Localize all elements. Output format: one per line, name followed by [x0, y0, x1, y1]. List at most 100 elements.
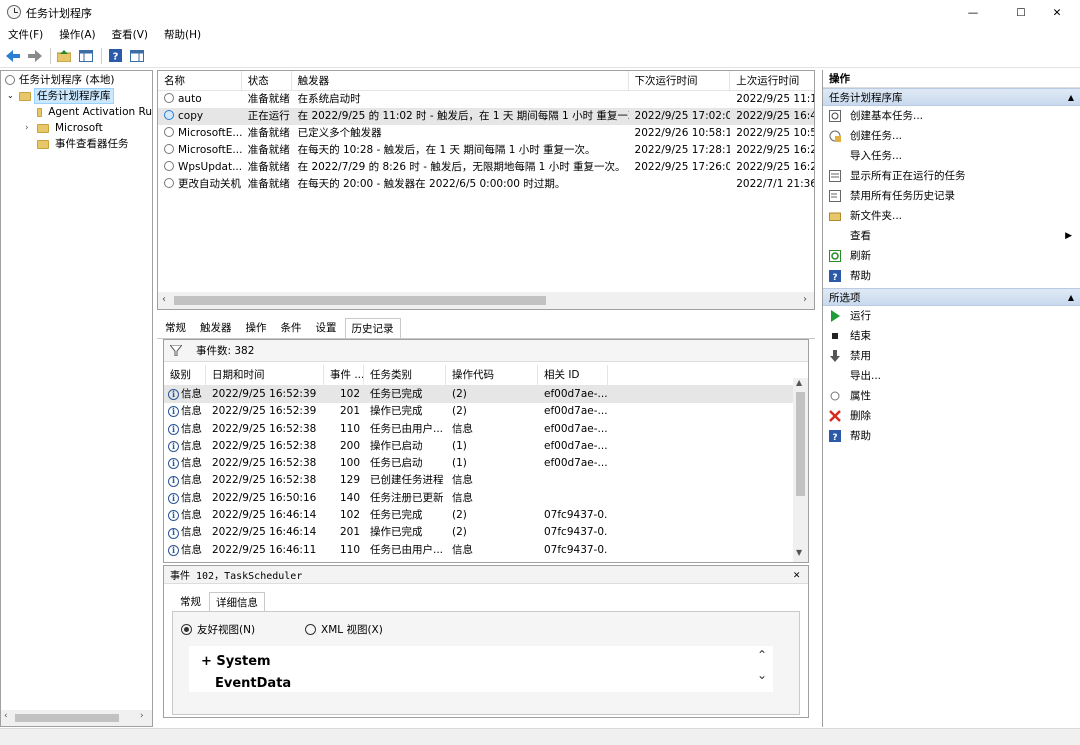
history-row[interactable]: i 信息 2022/9/25 16:46:14 201 操作已完成 (2) 07fc9437…: [164, 524, 808, 541]
menu-view[interactable]: 查看(V): [104, 26, 156, 44]
task-row[interactable]: MicrosoftE... 准备就绪 在每天的 10:28 - 触发后，在 1 天 …: [158, 142, 814, 159]
close-icon[interactable]: ✕: [793, 568, 800, 581]
action-selected-5[interactable]: 删除: [823, 406, 1080, 426]
section-library[interactable]: 任务计划程序库 ▲: [823, 88, 1080, 106]
history-row[interactable]: i 信息 2022/9/25 16:52:38 110 任务已由用户... 信息 ef00d…: [164, 421, 808, 438]
tab-history[interactable]: 历史记录: [344, 318, 401, 338]
history-row[interactable]: i 信息 2022/9/25 16:52:38 129 已创建任务进程 信息: [164, 472, 808, 489]
tree-item-microsoft[interactable]: › Microsoft: [1, 120, 152, 136]
radio-xml-view[interactable]: XML 视图(X): [305, 622, 383, 637]
history-row[interactable]: i 信息 2022/9/25 16:46:14 102 任务已完成 (2) 07fc9437…: [164, 507, 808, 524]
chevron-up-icon[interactable]: ⌃: [757, 648, 767, 662]
tree-item-event-viewer[interactable]: 事件查看器任务: [1, 136, 152, 152]
chevron-down-icon[interactable]: ⌄: [757, 668, 767, 682]
history-row[interactable]: i 信息 2022/9/25 16:52:38 100 任务已启动 (1) ef00d7ae…: [164, 455, 808, 472]
task-row[interactable]: auto 准备就绪在系统启动时 2022/9/25 11:11: [158, 91, 814, 108]
action-selected-1[interactable]: 结束: [823, 326, 1080, 346]
task-cell-name: auto: [158, 91, 242, 108]
history-level-text: 信息: [181, 543, 202, 556]
tab-settings[interactable]: 设置: [310, 318, 343, 338]
action-library-0[interactable]: 创建基本任务...: [823, 106, 1080, 126]
help-button[interactable]: ?: [106, 47, 124, 65]
collapse-up-icon[interactable]: ▲: [1068, 89, 1074, 107]
menu-action[interactable]: 操作(A): [51, 26, 103, 44]
action-label: 删除: [850, 410, 871, 422]
tree-system[interactable]: + System: [201, 654, 271, 669]
action-selected-4[interactable]: 属性: [823, 386, 1080, 406]
tab-conditions[interactable]: 条件: [275, 318, 308, 338]
menu-file[interactable]: 文件(F): [0, 26, 51, 44]
tree-library[interactable]: ⌄ 任务计划程序库: [1, 88, 152, 104]
history-row[interactable]: i 信息 2022/9/25 16:52:39 201 操作已完成 (2) ef00d7ae…: [164, 403, 808, 420]
scroll-thumb[interactable]: [174, 296, 546, 305]
view-icon: [829, 230, 841, 242]
action-library-2[interactable]: 导入任务...: [823, 146, 1080, 166]
history-time-text: 2022/9/25 16:50:16: [212, 491, 317, 504]
collapse-up-icon[interactable]: ▲: [1068, 289, 1074, 307]
col-related-id[interactable]: 相关 ID: [538, 364, 608, 385]
action-selected-0[interactable]: 运行: [823, 306, 1080, 326]
action-label: 帮助: [850, 430, 871, 442]
scroll-left-icon[interactable]: ‹: [162, 294, 166, 305]
scroll-down-icon[interactable]: ▼: [796, 548, 802, 557]
forward-button[interactable]: [26, 47, 44, 65]
history-row[interactable]: i 信息 2022/9/25 16:52:39 102 任务已完成 (2) ef00d7ae…: [164, 386, 808, 404]
menu-help[interactable]: 帮助(H): [156, 26, 209, 44]
tree-root[interactable]: 任务计划程序 (本地): [1, 72, 152, 88]
col-level[interactable]: 级别: [164, 364, 206, 385]
action-library-3[interactable]: 显示所有正在运行的任务: [823, 166, 1080, 186]
action-selected-3[interactable]: 导出...: [823, 366, 1080, 386]
history-v-scrollbar[interactable]: ▲ ▼: [793, 378, 808, 562]
scroll-right-icon[interactable]: ›: [140, 711, 144, 721]
col-datetime[interactable]: 日期和时间: [206, 364, 324, 385]
action-library-5[interactable]: 新文件夹...: [823, 206, 1080, 226]
col-last-run[interactable]: 上次运行时间: [730, 71, 814, 91]
section-selected[interactable]: 所选项 ▲: [823, 288, 1080, 306]
history-row[interactable]: i 信息 2022/9/25 16:50:16 140 任务注册已更新 信息: [164, 490, 808, 507]
radio-friendly-view[interactable]: 友好视图(N): [181, 622, 255, 637]
tab-triggers[interactable]: 触发器: [194, 318, 238, 338]
col-status[interactable]: 状态: [242, 70, 292, 91]
show-hide-tree-button[interactable]: [77, 47, 95, 65]
up-folder-button[interactable]: [55, 47, 73, 65]
history-row[interactable]: i 信息 2022/9/25 16:52:38 200 操作已启动 (1) ef00d7ae…: [164, 438, 808, 455]
task-list-h-scrollbar[interactable]: ‹ ›: [158, 292, 814, 309]
task-row[interactable]: copy 正在运行在 2022/9/25 的 11:02 时 - 触发后，在 1 …: [158, 108, 814, 125]
scroll-up-icon[interactable]: ▲: [796, 378, 802, 387]
tab-general[interactable]: 常规: [159, 318, 192, 338]
filter-icon[interactable]: [170, 345, 182, 356]
action-selected-6[interactable]: ? 帮助: [823, 426, 1080, 446]
col-event-id[interactable]: 事件 ...: [324, 364, 364, 385]
detail-tab-details[interactable]: 详细信息: [209, 592, 265, 612]
tree-eventdata[interactable]: EventData: [215, 676, 291, 691]
scroll-thumb[interactable]: [796, 392, 805, 496]
task-cell-last: 2022/9/25 16:26: [730, 159, 814, 176]
tree-item-agent[interactable]: Agent Activation Ru: [1, 104, 152, 120]
action-selected-2[interactable]: 禁用: [823, 346, 1080, 366]
action-library-6[interactable]: 查看 ▶: [823, 226, 1080, 246]
task-row[interactable]: WpsUpdat... 准备就绪在 2022/7/29 的 8:26 时 - 触发…: [158, 159, 814, 176]
action-library-8[interactable]: ? 帮助: [823, 266, 1080, 286]
scroll-right-icon[interactable]: ›: [803, 294, 807, 305]
scroll-thumb[interactable]: [15, 714, 119, 722]
col-trigger[interactable]: 触发器: [292, 70, 629, 91]
tree-h-scrollbar[interactable]: ‹ ›: [1, 710, 152, 726]
detail-tab-general[interactable]: 常规: [174, 592, 207, 612]
col-name[interactable]: 名称: [158, 70, 242, 91]
col-opcode[interactable]: 操作代码: [446, 364, 538, 385]
task-row[interactable]: MicrosoftE... 准备就绪 已定义多个触发器 2022/9/26 10:58…: [158, 125, 814, 142]
scroll-left-icon[interactable]: ‹: [4, 711, 8, 721]
action-library-1[interactable]: 创建任务...: [823, 126, 1080, 146]
col-next-run[interactable]: 下次运行时间: [629, 70, 731, 91]
back-button[interactable]: [4, 47, 22, 65]
tab-actions[interactable]: 操作: [240, 318, 273, 338]
col-category[interactable]: 任务类别: [364, 364, 446, 385]
task-row[interactable]: 更改自动关机 准备就绪 在每天的 20:00 - 触发器在 2022/6/5 0:0…: [158, 176, 814, 193]
close-button[interactable]: ✕: [1034, 0, 1080, 26]
history-category-text: 任务已启动: [370, 457, 423, 470]
action-library-4[interactable]: 禁用所有任务历史记录: [823, 186, 1080, 206]
show-hide-action-pane-button[interactable]: [128, 47, 146, 65]
minimize-button[interactable]: —: [950, 0, 996, 26]
action-library-7[interactable]: 刷新: [823, 246, 1080, 266]
history-row[interactable]: i 信息 2022/9/25 16:46:11 110 任务已由用户... 信息 07fc9…: [164, 542, 808, 559]
